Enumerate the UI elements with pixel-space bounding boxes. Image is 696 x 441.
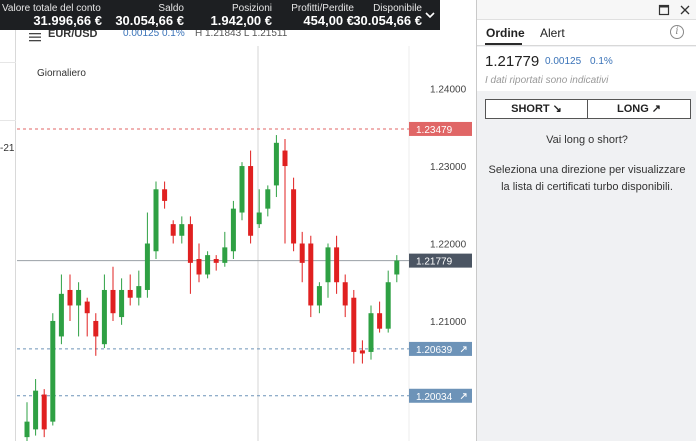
direction-question: Vai long o short? bbox=[546, 134, 628, 146]
chart-change-pct: 0.1% bbox=[161, 30, 185, 39]
candle-body bbox=[205, 255, 211, 275]
candle-body bbox=[93, 320, 99, 337]
candle-body bbox=[316, 286, 322, 306]
y-tick-label: 1.22000 bbox=[430, 240, 467, 251]
candle-body bbox=[299, 243, 305, 263]
candle-body bbox=[222, 247, 228, 263]
trading-app: Valore totale del conto 31.996,66 € Sald… bbox=[0, 0, 696, 441]
candle-body bbox=[273, 142, 279, 186]
account-total: Valore totale del conto 31.996,66 € bbox=[2, 3, 102, 28]
candle-body bbox=[136, 286, 142, 298]
order-panel: Ordine Alert i 1.21779 0.00125 0.1% I da… bbox=[476, 0, 696, 441]
account-balance-value: 30.054,66 € bbox=[115, 13, 184, 28]
chart-header: EUR/USD 0.00125 0.1% H 1.21843 L 1.21511 bbox=[17, 30, 475, 46]
close-icon[interactable] bbox=[679, 4, 691, 16]
tab-alert[interactable]: Alert bbox=[540, 26, 565, 40]
candle-body bbox=[187, 224, 193, 263]
quote-change: 0.00125 bbox=[545, 56, 582, 67]
account-available: Disponibile 30.054,66 € bbox=[340, 3, 422, 28]
candle-body bbox=[256, 212, 262, 225]
candle-body bbox=[239, 166, 245, 213]
quote-price: 1.21779 bbox=[485, 53, 540, 70]
candle-body bbox=[101, 289, 107, 345]
candle-body bbox=[342, 282, 348, 306]
candle-body bbox=[84, 301, 90, 314]
price-level-label: 1.23479 bbox=[416, 125, 453, 136]
candle-body bbox=[153, 189, 159, 252]
chart-symbol: EUR/USD bbox=[48, 30, 98, 40]
price-chart[interactable]: 1.24000 1.23000 1.22000 1.21000 1.23479 1.20… bbox=[17, 46, 475, 441]
account-summary-bar: Valore totale del conto 31.996,66 € Sald… bbox=[0, 0, 440, 30]
quote-disclaimer: I dati riportati sono indicativi bbox=[485, 75, 609, 86]
direction-selector: SHORT ↘ LONG ↗ bbox=[485, 99, 691, 119]
candle-body bbox=[248, 166, 254, 236]
panel-tabs: Ordine Alert i bbox=[477, 20, 696, 46]
candle-body bbox=[33, 390, 39, 430]
candle-body bbox=[325, 247, 331, 283]
chevron-down-icon[interactable] bbox=[424, 9, 436, 21]
info-icon[interactable]: i bbox=[670, 25, 684, 39]
y-tick-label: 1.23000 bbox=[430, 162, 467, 173]
candle-body bbox=[308, 243, 314, 306]
candle-body bbox=[265, 189, 271, 209]
menu-icon[interactable] bbox=[29, 32, 41, 42]
tab-ordine[interactable]: Ordine bbox=[486, 26, 525, 40]
candle-body bbox=[291, 189, 297, 244]
candle-body bbox=[162, 189, 168, 201]
long-button[interactable]: LONG ↗ bbox=[588, 100, 690, 118]
y-tick-label: 1.24000 bbox=[430, 85, 467, 96]
account-positions: Posizioni 1.942,00 € bbox=[190, 3, 272, 28]
direction-explanation: Seleziona una direzione per visualizzare… bbox=[488, 164, 686, 193]
price-level-label: 1.20639 bbox=[416, 345, 453, 356]
candle-body bbox=[24, 421, 30, 438]
candle-body bbox=[58, 293, 64, 337]
candle-body bbox=[385, 282, 391, 329]
left-gutter: -21 bbox=[0, 30, 16, 441]
candle-body bbox=[144, 243, 150, 290]
candle-body bbox=[230, 208, 236, 252]
account-available-value: 30.054,66 € bbox=[353, 13, 422, 28]
candle-body bbox=[119, 289, 125, 318]
price-level-label: 1.20034 bbox=[416, 392, 453, 403]
chart-change: 0.00125 0.1% bbox=[123, 30, 185, 39]
candle-body bbox=[334, 247, 340, 283]
account-positions-value: 1.942,00 € bbox=[210, 13, 272, 28]
candle-body bbox=[50, 320, 56, 422]
maximize-icon[interactable] bbox=[658, 4, 670, 16]
gutter-divider bbox=[0, 120, 16, 121]
y-tick-label: 1.21000 bbox=[430, 317, 467, 328]
current-price-label: 1.21779 bbox=[416, 257, 453, 268]
active-tab-indicator bbox=[485, 43, 522, 45]
panel-window-bar bbox=[477, 0, 696, 20]
candle-body bbox=[368, 313, 374, 352]
chart-canvas[interactable]: 1.24000 1.23000 1.22000 1.21000 1.23479 1.20… bbox=[17, 46, 475, 441]
candle-body bbox=[359, 350, 365, 354]
candle-body bbox=[213, 258, 219, 263]
gutter-divider bbox=[0, 62, 16, 63]
candle-body bbox=[394, 260, 400, 275]
chart-high-low: H 1.21843 L 1.21511 bbox=[195, 30, 288, 39]
candle-body bbox=[196, 258, 202, 275]
gutter-value: -21 bbox=[0, 143, 15, 154]
candle-body bbox=[170, 224, 176, 236]
candle-body bbox=[41, 394, 47, 430]
candle-body bbox=[127, 289, 133, 298]
quote-box: 1.21779 0.00125 0.1% I dati riportati so… bbox=[477, 47, 696, 91]
candle-body bbox=[377, 313, 383, 329]
candle-body bbox=[351, 297, 357, 352]
candle-body bbox=[67, 289, 73, 306]
chart-period-label: Giornaliero bbox=[37, 68, 86, 79]
short-button[interactable]: SHORT ↘ bbox=[486, 100, 588, 118]
account-total-value: 31.996,66 € bbox=[33, 13, 102, 28]
chart-change-value: 0.00125 bbox=[123, 30, 160, 39]
candle-body bbox=[110, 289, 116, 314]
quote-change-pct: 0.1% bbox=[590, 56, 613, 67]
candle-body bbox=[76, 289, 82, 306]
candle-body bbox=[282, 150, 288, 167]
account-balance: Saldo 30.054,66 € bbox=[108, 3, 184, 28]
candle-body bbox=[179, 224, 185, 236]
